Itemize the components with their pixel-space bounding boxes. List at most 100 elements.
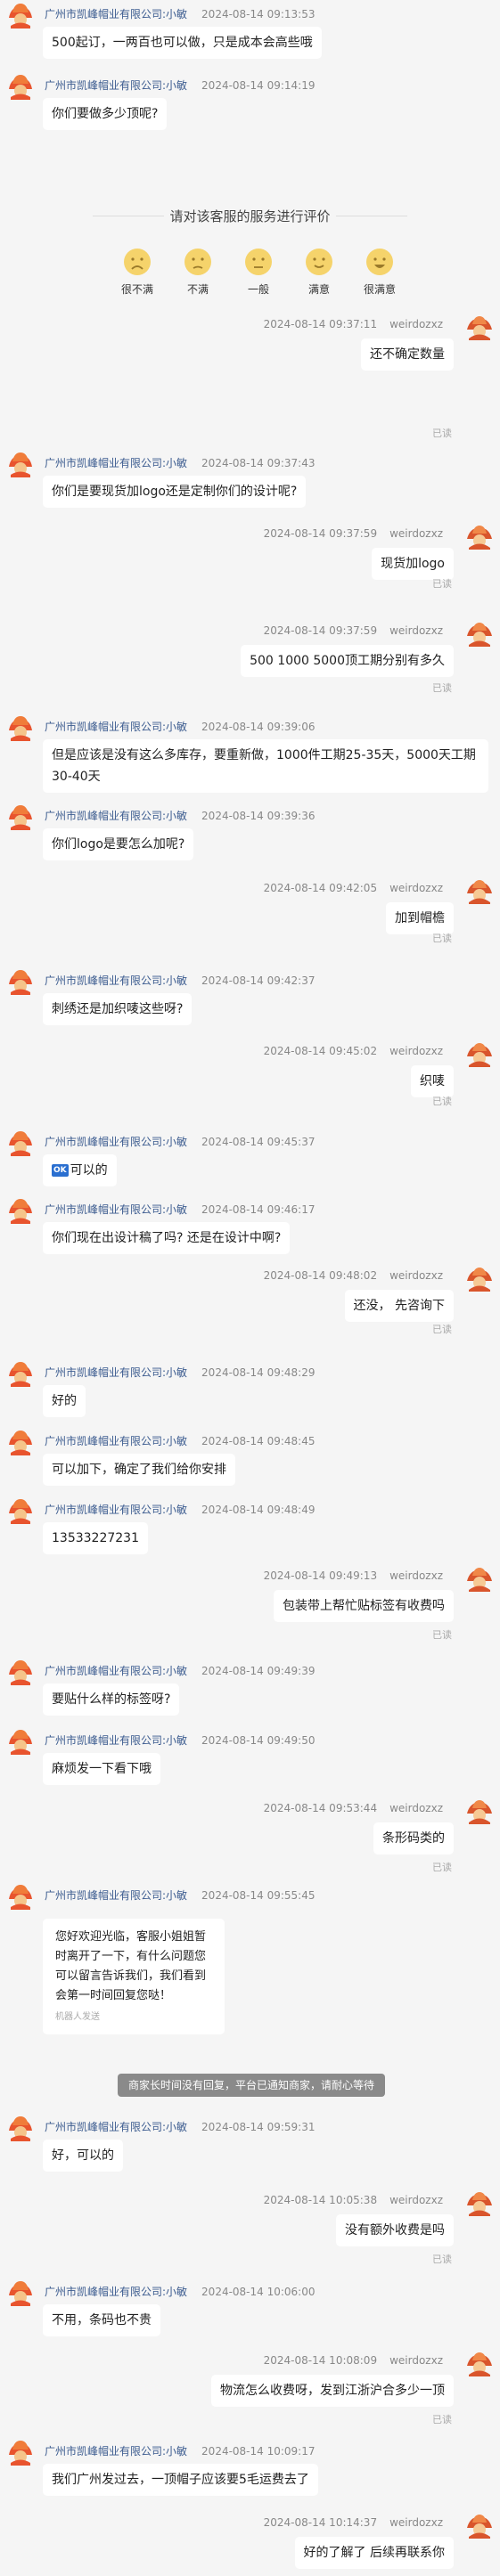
message-bubble[interactable]: 好的 (43, 1385, 86, 1417)
rating-option-very-dissatisfied[interactable]: 很不满 (111, 248, 164, 297)
sender-name: weirdozxz (389, 1269, 443, 1282)
user-avatar (466, 2350, 493, 2376)
auto-reply-card[interactable]: 您好欢迎光临，客服小姐姐暂时离开了一下，有什么问题您可以留言告诉我们，我们看到会… (43, 1919, 225, 2034)
robot-sent-label: 机器人发送 (55, 2012, 100, 2022)
message-bubble[interactable]: 还没， 先咨询下 (344, 1290, 454, 1322)
message-bubble[interactable]: 你们要做多少顶呢? (43, 98, 168, 130)
message-bubble[interactable]: 13533227231 (43, 1522, 148, 1554)
user-avatar (466, 2189, 493, 2216)
message-bubble[interactable]: 不用，条码也不贵 (43, 2304, 160, 2336)
rating-option-label: 不满 (186, 283, 209, 296)
message-meta: 2024-08-14 09:49:13 weirdozxz (264, 1569, 443, 1582)
read-status: 已读 (432, 1862, 452, 1873)
message-outgoing: 2024-08-14 10:14:37 weirdozxz 好的了解了 后续再联系… (0, 2510, 500, 2576)
user-avatar (466, 620, 493, 647)
user-avatar (466, 523, 493, 550)
message-bubble[interactable]: 500起订，一两百也可以做，只是成本会高些哦 (43, 27, 322, 59)
system-notice: 商家长时间没有回复，平台已通知商家，请耐心等待 (118, 2074, 385, 2097)
message-bubble[interactable]: 麻烦发一下看下哦 (43, 1753, 160, 1785)
message-time: 2024-08-14 10:08:09 (263, 2354, 378, 2367)
message-bubble[interactable]: 没有额外收费是吗 (336, 2214, 454, 2246)
shop-avatar (7, 1659, 34, 1685)
message-meta: 广州市凯峰帽业有限公司:小敏 2024-08-14 09:13:53 (45, 6, 316, 21)
message-time: 2024-08-14 09:42:05 (263, 882, 378, 894)
rating-option-label: 很不满 (120, 283, 153, 296)
shop-avatar (7, 2279, 34, 2306)
message-time: 2024-08-14 10:06:00 (201, 2286, 316, 2298)
message-bubble[interactable]: 你们logo是要怎么加呢? (43, 828, 194, 860)
sender-name: 广州市凯峰帽业有限公司:小敏 (45, 1136, 188, 1148)
sender-name: weirdozxz (389, 1569, 443, 1582)
very-dissatisfied-face-icon (123, 248, 152, 276)
message-incoming: 广州市凯峰帽业有限公司:小敏 2024-08-14 09:49:39 要贴什么样的… (0, 1657, 500, 1724)
shop-avatar (7, 2, 34, 29)
shop-avatar (7, 1497, 34, 1524)
service-rating: 请对该客服的服务进行评价 很不满 不满 一般 满意 很满意 (0, 196, 500, 312)
message-bubble[interactable]: 织唛 (411, 1065, 454, 1097)
shop-avatar (7, 73, 34, 100)
message-incoming: 广州市凯峰帽业有限公司:小敏 2024-08-14 10:09:17 我们广州发过… (0, 2437, 500, 2508)
sender-name: weirdozxz (389, 318, 443, 330)
sender-name: 广州市凯峰帽业有限公司:小敏 (45, 2121, 188, 2133)
message-bubble[interactable]: 加到帽檐 (386, 902, 454, 934)
rating-option-neutral[interactable]: 一般 (232, 248, 285, 297)
very-satisfied-face-icon (365, 248, 394, 276)
message-time: 2024-08-14 09:14:19 (201, 79, 316, 92)
message-outgoing: 2024-08-14 09:42:05 weirdozxz 加到帽檐 已读 (0, 876, 500, 947)
message-meta: 广州市凯峰帽业有限公司:小敏 2024-08-14 09:46:17 (45, 1202, 316, 1217)
satisfied-face-icon (305, 248, 333, 276)
message-meta: 2024-08-14 09:45:02 weirdozxz (264, 1045, 443, 1057)
sender-name: weirdozxz (389, 527, 443, 540)
user-avatar (466, 2512, 493, 2539)
shop-avatar (7, 2115, 34, 2141)
rating-option-dissatisfied[interactable]: 不满 (171, 248, 225, 297)
message-time: 2024-08-14 09:49:50 (201, 1734, 316, 1747)
message-incoming: 广州市凯峰帽业有限公司:小敏 2024-08-14 09:48:49 135332… (0, 1496, 500, 1563)
sender-name: 广州市凯峰帽业有限公司:小敏 (45, 974, 188, 987)
shop-avatar (7, 803, 34, 830)
user-avatar (466, 877, 493, 904)
message-bubble[interactable]: 刺绣还是加织唛这些呀? (43, 993, 193, 1025)
message-time: 2024-08-14 09:39:06 (201, 721, 316, 733)
message-meta: 2024-08-14 09:37:59 weirdozxz (264, 624, 443, 637)
read-status: 已读 (432, 2414, 452, 2425)
rating-option-satisfied[interactable]: 满意 (292, 248, 346, 297)
shop-avatar (7, 1129, 34, 1156)
user-avatar (466, 1265, 493, 1292)
message-bubble[interactable]: 现货加logo (372, 548, 454, 580)
message-bubble[interactable]: 你们现在出设计稿了吗? 还是在设计中啊? (43, 1222, 291, 1254)
dissatisfied-face-icon (184, 248, 212, 276)
sender-name: 广州市凯峰帽业有限公司:小敏 (45, 1665, 188, 1677)
sender-name: 广州市凯峰帽业有限公司:小敏 (45, 1889, 188, 1902)
message-bubble[interactable]: 物流怎么收费呀，发到江浙沪合多少一顶 (211, 2375, 454, 2407)
read-status: 已读 (432, 1096, 452, 1107)
user-avatar (466, 314, 493, 340)
shop-avatar (7, 1728, 34, 1755)
sender-name: 广州市凯峰帽业有限公司:小敏 (45, 1504, 188, 1516)
message-incoming: 广州市凯峰帽业有限公司:小敏 2024-08-14 09:49:50 麻烦发一下看… (0, 1726, 500, 1794)
message-bubble[interactable]: OK 可以的 (43, 1154, 117, 1186)
sender-name: 广州市凯峰帽业有限公司:小敏 (45, 8, 188, 20)
rating-option-label: 很满意 (363, 283, 396, 296)
sender-name: 广州市凯峰帽业有限公司:小敏 (45, 1366, 188, 1379)
message-bubble[interactable]: 你们是要现货加logo还是定制你们的设计呢? (43, 476, 307, 508)
message-bubble[interactable]: 还不确定数量 (361, 338, 454, 371)
message-bubble[interactable]: 包装带上帮忙贴标签有收费吗 (274, 1590, 454, 1622)
sender-name: weirdozxz (389, 2354, 443, 2367)
sender-name: 广州市凯峰帽业有限公司:小敏 (45, 457, 188, 469)
message-bubble[interactable]: 要贴什么样的标签呀? (43, 1683, 180, 1716)
rating-option-very-satisfied[interactable]: 很满意 (353, 248, 406, 297)
message-bubble[interactable]: 我们广州发过去，一顶帽子应该要5毛运费去了 (43, 2464, 318, 2496)
read-status: 已读 (432, 578, 452, 590)
message-bubble[interactable]: 但是应该是没有这么多库存，要重新做，1000件工期25-35天，5000天工期3… (43, 739, 488, 793)
message-time: 2024-08-14 09:42:37 (201, 974, 316, 987)
message-incoming: 广州市凯峰帽业有限公司:小敏 2024-08-14 09:48:45 可以加下，确… (0, 1427, 500, 1495)
shop-avatar (7, 968, 34, 995)
message-bubble[interactable]: 500 1000 5000顶工期分别有多久 (241, 645, 454, 677)
message-time: 2024-08-14 09:55:45 (201, 1889, 316, 1902)
neutral-face-icon (244, 248, 273, 276)
message-bubble[interactable]: 条形码类的 (373, 1822, 454, 1855)
message-bubble[interactable]: 好，可以的 (43, 2140, 123, 2172)
message-bubble[interactable]: 可以加下，确定了我们给你安排 (43, 1454, 235, 1486)
message-bubble[interactable]: 好的了解了 后续再联系你 (294, 2537, 454, 2569)
